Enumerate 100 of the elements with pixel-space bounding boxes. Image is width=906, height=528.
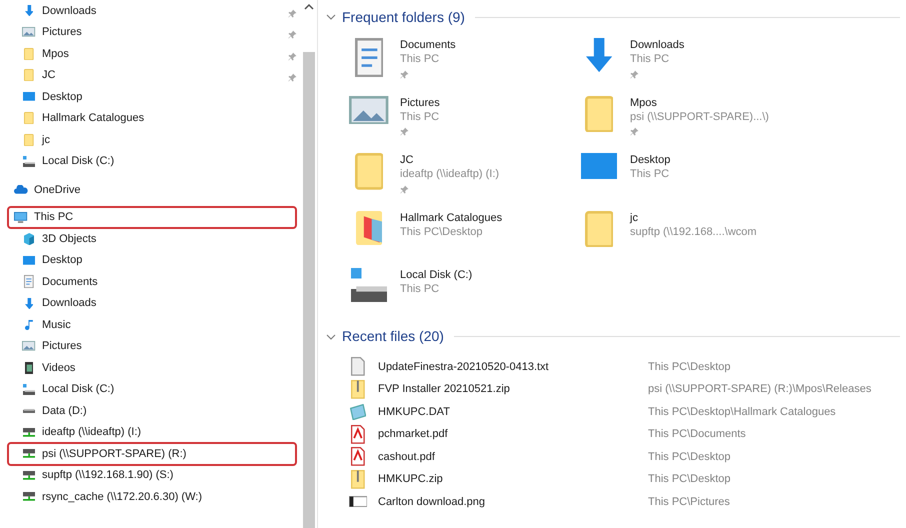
chevron-icon[interactable]	[326, 13, 336, 21]
drive-icon	[22, 384, 36, 395]
nav-item[interactable]: jc	[42, 132, 50, 148]
folder-location: This PC	[400, 282, 440, 296]
folder-name[interactable]: Mpos	[630, 96, 769, 110]
image-file-icon	[348, 496, 368, 508]
pin-icon	[630, 127, 639, 136]
nav-item[interactable]: Hallmark Catalogues	[42, 110, 144, 126]
file-name[interactable]: pchmarket.pdf	[378, 426, 648, 442]
file-location: This PC\Desktop\Hallmark Catalogues	[648, 404, 837, 420]
zip-icon	[351, 380, 365, 399]
text-file-icon	[351, 357, 365, 376]
pin-icon	[400, 70, 409, 79]
nav-item[interactable]: Music	[42, 316, 71, 333]
nav-item[interactable]: Mpos	[42, 46, 69, 62]
folder-location: This PC	[630, 167, 670, 181]
nav-item[interactable]: JC	[42, 67, 56, 84]
arrow-down-icon	[24, 298, 34, 309]
picture-icon	[22, 27, 36, 38]
folder-location: This PC	[400, 52, 440, 66]
nav-item[interactable]: Data (D:)	[42, 402, 87, 419]
monitor-icon	[22, 92, 36, 102]
file-name[interactable]: Carlton download.png	[378, 494, 648, 510]
drive-icon	[22, 408, 36, 413]
file-name[interactable]: HMKUPC.zip	[378, 471, 648, 488]
music-note-icon	[25, 320, 33, 330]
network-drive-icon	[22, 470, 36, 480]
nav-item[interactable]: ideaftp (\\ideaftp) (I:)	[42, 424, 142, 440]
section-title[interactable]: Frequent folders (9)	[342, 6, 465, 28]
picture-icon	[349, 96, 389, 124]
pdf-icon	[351, 447, 365, 466]
scroll-up-icon[interactable]	[304, 3, 314, 11]
nav-item[interactable]: This PC	[34, 209, 74, 226]
nav-item[interactable]: Downloads	[42, 295, 96, 312]
pin-icon	[400, 184, 409, 194]
file-location: This PC\Pictures	[648, 494, 731, 510]
folder-location: psi (\\SUPPORT-SPARE)...\)	[630, 110, 769, 124]
file-name[interactable]: UpdateFinestra-20210520-0413.txt	[378, 358, 648, 375]
folder-icon	[356, 210, 382, 245]
folder-name[interactable]: Documents	[400, 38, 456, 52]
nav-item[interactable]: Videos	[42, 360, 76, 376]
folder-name[interactable]: jc	[630, 210, 757, 224]
nav-item[interactable]: Downloads	[42, 2, 96, 19]
file-icon	[350, 404, 366, 420]
nav-item[interactable]: OneDrive	[34, 182, 80, 198]
arrow-down-icon	[24, 5, 34, 16]
pdf-icon	[351, 424, 365, 444]
pin-icon	[288, 8, 297, 18]
section-title[interactable]: Recent files (20)	[342, 326, 444, 347]
file-location: This PC\Desktop	[648, 472, 732, 487]
document-icon	[354, 38, 384, 78]
folder-icon	[24, 112, 34, 124]
arrow-down-icon	[586, 38, 612, 72]
cube-icon	[24, 232, 34, 245]
folder-icon	[584, 210, 614, 248]
file-location: This PC\Documents	[648, 427, 747, 442]
nav-item[interactable]: Local Disk (C:)	[42, 153, 114, 170]
folder-name[interactable]: Pictures	[400, 96, 440, 110]
monitor-icon	[22, 256, 36, 265]
folder-location: This PC	[630, 52, 670, 66]
nav-item[interactable]: Pictures	[42, 338, 82, 354]
file-location: This PC\Desktop	[648, 450, 732, 464]
nav-item[interactable]: Desktop	[42, 88, 82, 105]
picture-icon	[22, 341, 36, 352]
nav-item[interactable]: Desktop	[42, 252, 82, 268]
file-location: psi (\\SUPPORT-SPARE) (R:)\Mpos\Releases	[648, 382, 872, 397]
nav-item[interactable]: supftp (\\192.168.1.90) (S:)	[42, 467, 174, 484]
folder-icon	[584, 96, 614, 132]
folder-location: This PC	[400, 110, 440, 124]
file-name[interactable]: FVP Installer 20210521.zip	[378, 381, 648, 398]
network-drive-icon	[22, 492, 36, 502]
chevron-icon[interactable]	[326, 332, 336, 340]
nav-item[interactable]: psi (\\SUPPORT-SPARE) (R:)	[42, 446, 186, 462]
folder-location: This PC\Desktop	[400, 224, 484, 238]
folder-name[interactable]: Downloads	[630, 38, 684, 52]
folder-icon	[24, 48, 34, 60]
file-name[interactable]: HMKUPC.DAT	[378, 404, 648, 420]
nav-item[interactable]: Documents	[42, 274, 98, 290]
folder-icon	[24, 134, 34, 146]
drive-icon	[350, 268, 388, 302]
nav-item[interactable]: 3D Objects	[42, 230, 96, 247]
nav-item[interactable]: Pictures	[42, 24, 82, 40]
folder-name[interactable]: Local Disk (C:)	[400, 268, 472, 282]
computer-icon	[14, 212, 28, 223]
file-location: This PC\Desktop	[648, 360, 732, 374]
nav-item[interactable]: Local Disk (C:)	[42, 381, 114, 398]
scrollbar[interactable]	[303, 52, 315, 528]
network-drive-icon	[22, 449, 36, 458]
folder-name[interactable]: Desktop	[630, 153, 670, 167]
pin-icon	[288, 52, 297, 61]
folder-name[interactable]: Hallmark Catalogues	[400, 210, 502, 224]
monitor-icon	[580, 153, 618, 180]
file-name[interactable]: cashout.pdf	[378, 448, 648, 465]
cloud-icon	[14, 185, 28, 194]
drive-icon	[22, 156, 36, 167]
film-icon	[24, 362, 34, 374]
folder-name[interactable]: JC	[400, 153, 500, 167]
folder-icon	[24, 69, 34, 82]
folder-icon	[354, 153, 384, 190]
nav-item[interactable]: rsync_cache (\\172.20.6.30) (W:)	[42, 488, 202, 505]
